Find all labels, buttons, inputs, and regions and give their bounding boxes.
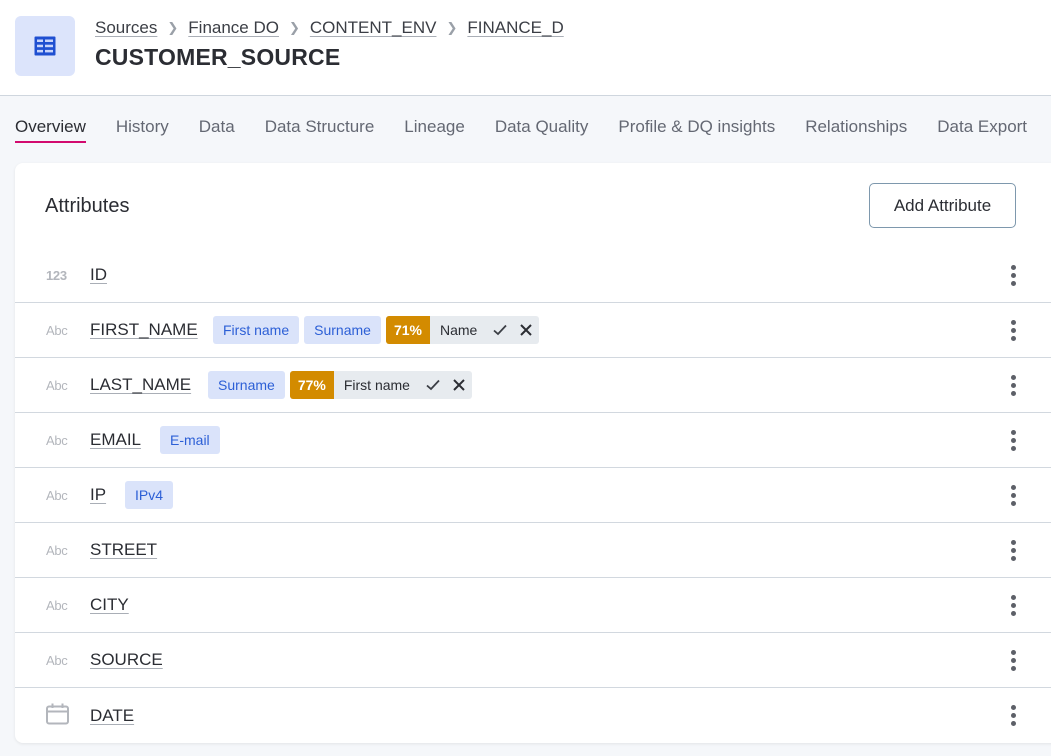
confidence-badge: 71% <box>385 316 430 344</box>
attributes-list: 123 ID Abc FIRST_NAME First name Surname… <box>15 248 1051 743</box>
close-icon[interactable] <box>446 371 472 399</box>
term-chip[interactable]: E-mail <box>160 426 220 454</box>
attribute-name[interactable]: CITY <box>90 595 129 615</box>
tab-data-quality[interactable]: Data Quality <box>495 117 589 143</box>
attributes-card: Attributes Add Attribute 123 ID Abc FIRS… <box>15 163 1051 743</box>
term-chip[interactable]: IPv4 <box>125 481 174 509</box>
term-chip[interactable]: First name <box>213 316 300 344</box>
term-suggestion: 71% Name <box>385 316 540 344</box>
term-chip[interactable]: Surname <box>304 316 381 344</box>
string-icon: Abc <box>46 432 68 448</box>
page-header: Sources ❯ Finance DO ❯ CONTENT_ENV ❯ FIN… <box>0 0 1051 96</box>
attribute-name[interactable]: FIRST_NAME <box>90 320 198 340</box>
tab-overview[interactable]: Overview <box>15 117 86 143</box>
more-options-icon[interactable] <box>1005 647 1021 673</box>
page-title: CUSTOMER_SOURCE <box>95 44 341 70</box>
more-options-icon[interactable] <box>1005 592 1021 618</box>
chevron-right-icon: ❯ <box>167 20 179 35</box>
attribute-row: Abc SOURCE <box>15 633 1051 688</box>
string-icon: Abc <box>46 597 68 613</box>
chevron-right-icon: ❯ <box>446 20 458 35</box>
more-options-icon[interactable] <box>1005 427 1021 453</box>
term-chips: First name Surname 71% Name <box>213 316 540 344</box>
attribute-row: Abc LAST_NAME Surname 77% First name <box>15 358 1051 413</box>
check-icon[interactable] <box>487 316 513 344</box>
tab-data-structure[interactable]: Data Structure <box>265 117 375 143</box>
check-icon[interactable] <box>420 371 446 399</box>
tab-relationships[interactable]: Relationships <box>805 117 907 143</box>
string-icon: Abc <box>46 542 68 558</box>
add-attribute-button[interactable]: Add Attribute <box>869 183 1016 228</box>
calendar-icon <box>46 703 72 728</box>
attribute-row: Abc IP IPv4 <box>15 468 1051 523</box>
attribute-name[interactable]: IP <box>90 485 106 505</box>
string-icon: Abc <box>46 377 68 393</box>
string-icon: Abc <box>46 652 68 668</box>
breadcrumb: Sources ❯ Finance DO ❯ CONTENT_ENV ❯ FIN… <box>95 18 564 38</box>
chevron-right-icon: ❯ <box>288 20 300 35</box>
term-chip[interactable]: Surname <box>208 371 285 399</box>
attribute-row: DATE <box>15 688 1051 743</box>
attribute-name[interactable]: DATE <box>90 706 134 726</box>
term-chips: Surname 77% First name <box>208 371 472 399</box>
attribute-name[interactable]: SOURCE <box>90 650 163 670</box>
attribute-row: Abc STREET <box>15 523 1051 578</box>
string-icon: Abc <box>46 487 68 503</box>
attribute-row: 123 ID <box>15 248 1051 303</box>
attribute-name[interactable]: EMAIL <box>90 430 141 450</box>
more-options-icon[interactable] <box>1005 482 1021 508</box>
attribute-name[interactable]: LAST_NAME <box>90 375 191 395</box>
attribute-name[interactable]: ID <box>90 265 107 285</box>
breadcrumb-finance-d[interactable]: FINANCE_D <box>467 18 563 38</box>
term-suggestion: 77% First name <box>289 371 472 399</box>
breadcrumb-sources[interactable]: Sources <box>95 18 157 38</box>
breadcrumb-finance-do[interactable]: Finance DO <box>188 18 279 38</box>
suggested-term: First name <box>343 377 410 393</box>
breadcrumb-content-env[interactable]: CONTENT_ENV <box>310 18 437 38</box>
close-icon[interactable] <box>513 316 539 344</box>
tab-history[interactable]: History <box>116 117 169 143</box>
term-chips: E-mail <box>160 426 220 454</box>
suggested-term: Name <box>439 322 478 338</box>
table-icon <box>15 16 75 76</box>
more-options-icon[interactable] <box>1005 537 1021 563</box>
more-options-icon[interactable] <box>1005 372 1021 398</box>
integer-icon: 123 <box>46 267 67 283</box>
tab-lineage[interactable]: Lineage <box>404 117 465 143</box>
more-options-icon[interactable] <box>1005 703 1021 729</box>
more-options-icon[interactable] <box>1005 262 1021 288</box>
term-chips: IPv4 <box>125 481 174 509</box>
string-icon: Abc <box>46 322 68 338</box>
tab-profile-dq-insights[interactable]: Profile & DQ insights <box>618 117 775 143</box>
attribute-row: Abc EMAIL E-mail <box>15 413 1051 468</box>
more-options-icon[interactable] <box>1005 317 1021 343</box>
tab-data-export[interactable]: Data Export <box>937 117 1027 143</box>
attribute-row: Abc FIRST_NAME First name Surname 71% Na… <box>15 303 1051 358</box>
tab-bar: Overview History Data Data Structure Lin… <box>15 117 1027 143</box>
attribute-row: Abc CITY <box>15 578 1051 633</box>
attribute-name[interactable]: STREET <box>90 540 157 560</box>
tab-data[interactable]: Data <box>199 117 235 143</box>
confidence-badge: 77% <box>289 371 334 399</box>
attributes-heading: Attributes <box>45 195 130 217</box>
